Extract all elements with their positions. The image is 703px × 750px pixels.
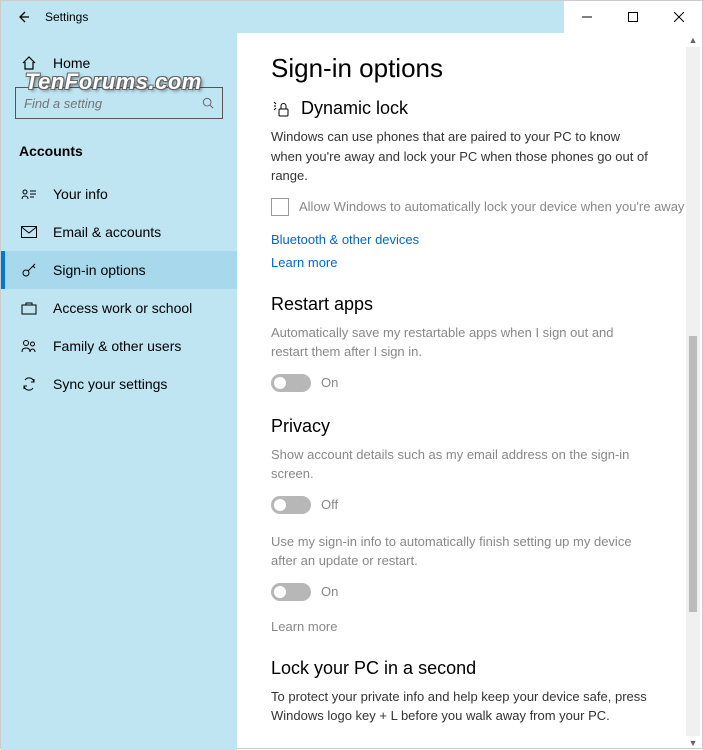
toggle-state: Off bbox=[321, 497, 338, 512]
people-icon bbox=[19, 339, 39, 353]
nav-label: Your info bbox=[53, 186, 108, 202]
maximize-button[interactable] bbox=[610, 1, 656, 33]
minimize-button[interactable] bbox=[564, 1, 610, 33]
maximize-icon bbox=[628, 12, 638, 22]
sync-icon bbox=[19, 376, 39, 392]
briefcase-icon bbox=[19, 301, 39, 315]
sidebar-item-family-users[interactable]: Family & other users bbox=[1, 327, 237, 365]
privacy-desc-1: Show account details such as my email ad… bbox=[271, 445, 651, 484]
scroll-thumb[interactable] bbox=[689, 336, 697, 612]
toggle-state: On bbox=[321, 584, 338, 599]
toggle-switch-icon bbox=[271, 583, 311, 601]
restart-apps-desc: Automatically save my restartable apps w… bbox=[271, 323, 651, 362]
privacy-toggle-1[interactable]: Off bbox=[271, 496, 688, 514]
search-input-container[interactable] bbox=[15, 87, 223, 119]
dynamic-lock-icon bbox=[271, 99, 291, 119]
close-button[interactable] bbox=[656, 1, 702, 33]
lock-pc-heading: Lock your PC in a second bbox=[271, 658, 688, 679]
scrollbar[interactable]: ▲ ▼ bbox=[686, 33, 700, 750]
privacy-heading: Privacy bbox=[271, 416, 688, 437]
person-card-icon bbox=[19, 187, 39, 201]
scroll-up-icon: ▲ bbox=[686, 33, 700, 47]
dynamic-lock-checkbox[interactable]: Allow Windows to automatically lock your… bbox=[271, 198, 688, 216]
search-input[interactable] bbox=[24, 96, 202, 111]
restart-apps-toggle[interactable]: On bbox=[271, 374, 688, 392]
window-title: Settings bbox=[45, 10, 88, 24]
nav-label: Sync your settings bbox=[53, 376, 167, 392]
sidebar-item-your-info[interactable]: Your info bbox=[1, 175, 237, 213]
sidebar-item-email-accounts[interactable]: Email & accounts bbox=[1, 213, 237, 251]
page-title: Sign-in options bbox=[271, 53, 688, 84]
key-icon bbox=[19, 262, 39, 278]
sidebar-item-access-work-school[interactable]: Access work or school bbox=[1, 289, 237, 327]
main-content: Sign-in options Dynamic lock Windows can… bbox=[237, 33, 702, 750]
sidebar: Home Accounts Your info Email & accounts… bbox=[1, 33, 237, 750]
dynamic-lock-heading: Dynamic lock bbox=[271, 98, 688, 119]
bluetooth-devices-link[interactable]: Bluetooth & other devices bbox=[271, 232, 688, 247]
home-icon bbox=[19, 55, 39, 71]
titlebar: Settings bbox=[1, 1, 702, 33]
home-label: Home bbox=[53, 55, 90, 71]
nav-label: Family & other users bbox=[53, 338, 181, 354]
toggle-switch-icon bbox=[271, 374, 311, 392]
category-heading: Accounts bbox=[1, 137, 237, 175]
checkbox-label: Allow Windows to automatically lock your… bbox=[299, 199, 684, 214]
close-icon bbox=[674, 12, 684, 22]
search-icon bbox=[202, 96, 214, 110]
window-controls bbox=[564, 1, 702, 33]
toggle-switch-icon bbox=[271, 496, 311, 514]
lock-pc-desc: To protect your private info and help ke… bbox=[271, 687, 681, 726]
checkbox-icon bbox=[271, 198, 289, 216]
sidebar-item-sync-settings[interactable]: Sync your settings bbox=[1, 365, 237, 403]
dynamic-lock-desc: Windows can use phones that are paired t… bbox=[271, 127, 651, 186]
restart-apps-heading: Restart apps bbox=[271, 294, 688, 315]
mail-icon bbox=[19, 226, 39, 238]
section-title: Dynamic lock bbox=[301, 98, 408, 119]
home-button[interactable]: Home bbox=[1, 45, 237, 81]
scroll-track bbox=[686, 47, 700, 736]
back-button[interactable] bbox=[1, 1, 45, 33]
privacy-desc-2: Use my sign-in info to automatically fin… bbox=[271, 532, 651, 571]
scroll-down-icon: ▼ bbox=[686, 736, 700, 750]
sidebar-item-sign-in-options[interactable]: Sign-in options bbox=[1, 251, 237, 289]
nav-label: Email & accounts bbox=[53, 224, 161, 240]
toggle-state: On bbox=[321, 375, 338, 390]
nav-label: Access work or school bbox=[53, 300, 192, 316]
minimize-icon bbox=[582, 12, 592, 22]
learn-more-link[interactable]: Learn more bbox=[271, 255, 688, 270]
nav-label: Sign-in options bbox=[53, 262, 146, 278]
privacy-learn-more-link[interactable]: Learn more bbox=[271, 619, 688, 634]
arrow-left-icon bbox=[15, 9, 31, 25]
privacy-toggle-2[interactable]: On bbox=[271, 583, 688, 601]
